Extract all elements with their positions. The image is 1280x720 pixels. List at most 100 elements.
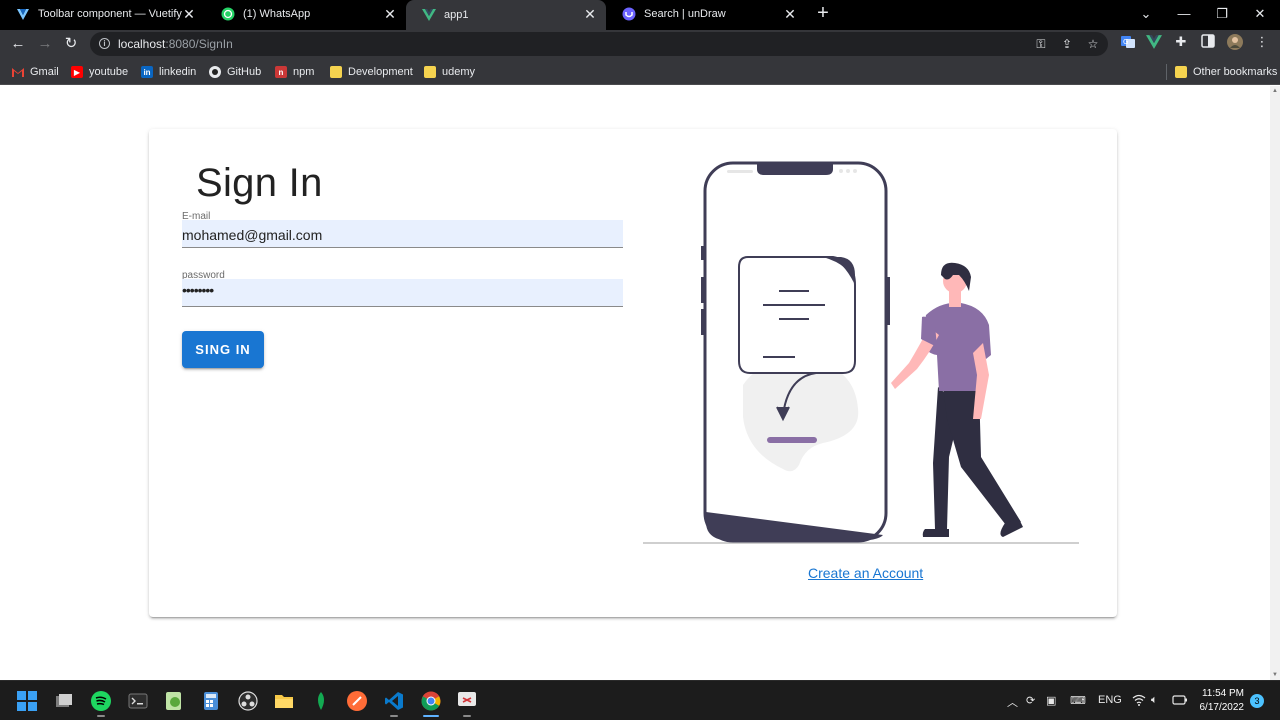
password-input[interactable]: •••••••• xyxy=(182,279,623,307)
tab-whatsapp[interactable]: (1) WhatsApp ✕ xyxy=(205,0,406,28)
bookmarks-divider xyxy=(1166,64,1167,80)
bookmark-youtube[interactable]: ▶ youtube xyxy=(71,64,128,80)
spotify-icon[interactable] xyxy=(91,691,111,711)
site-info-icon[interactable]: i xyxy=(99,38,110,49)
bookmark-label: Gmail xyxy=(30,66,59,78)
chrome-taskbar-icon[interactable] xyxy=(421,691,441,711)
tab-search-icon[interactable]: ⌄ xyxy=(1136,4,1156,24)
password-field[interactable]: password •••••••• xyxy=(182,270,623,308)
tab-vuetify[interactable]: Toolbar component — Vuetify ✕ xyxy=(0,0,205,28)
profile-avatar[interactable] xyxy=(1227,34,1243,50)
maximize-icon[interactable]: ❐ xyxy=(1212,4,1232,24)
reload-icon[interactable]: ↻ xyxy=(61,34,81,54)
folder-icon xyxy=(1175,66,1187,78)
calculator-icon[interactable] xyxy=(201,691,221,711)
notepad-plus-icon[interactable] xyxy=(164,691,184,711)
bookmark-github[interactable]: GitHub xyxy=(209,64,261,80)
windows-taskbar: ︿ ⟳ ▣ ⌨ ENG 🔈︎ 11:54 PM 6/17/2022 3 xyxy=(0,680,1280,720)
close-tab-icon[interactable]: ✕ xyxy=(382,6,398,22)
bookmark-star-icon[interactable]: ☆ xyxy=(1086,37,1100,51)
share-icon[interactable]: ⇪ xyxy=(1060,37,1074,51)
tab-title: Search | unDraw xyxy=(644,8,726,20)
scroll-down-icon[interactable]: ▼ xyxy=(1272,672,1278,678)
bookmark-label: npm xyxy=(293,66,315,78)
close-tab-icon[interactable]: ✕ xyxy=(582,6,598,22)
whatsapp-icon xyxy=(221,7,235,21)
signin-card: Sign In E-mail mohamed@gmail.com passwor… xyxy=(149,129,1117,617)
task-view-icon[interactable] xyxy=(54,691,74,711)
battery-icon[interactable] xyxy=(1172,694,1188,709)
scroll-up-icon[interactable]: ▲ xyxy=(1272,88,1278,94)
side-panel-icon[interactable] xyxy=(1200,34,1216,50)
person-figure xyxy=(891,262,1023,537)
system-clock[interactable]: 11:54 PM 6/17/2022 xyxy=(1198,687,1245,715)
start-icon[interactable] xyxy=(17,691,37,711)
terminal-icon[interactable] xyxy=(128,691,148,711)
browser-toolbar: ← → ↻ i localhost:8080/SignIn ⚿ ⇪ ☆ xyxy=(0,30,1280,58)
bookmark-other[interactable]: Other bookmarks xyxy=(1175,64,1277,80)
address-bar[interactable]: i localhost:8080/SignIn ⚿ ⇪ ☆ xyxy=(90,32,1108,56)
bookmark-npm[interactable]: n npm xyxy=(275,64,314,80)
create-account-link[interactable]: Create an Account xyxy=(808,565,923,581)
mongodb-compass-icon[interactable] xyxy=(311,691,331,711)
bookmark-label: Development xyxy=(348,66,413,78)
volume-icon[interactable]: 🔈︎ xyxy=(1151,694,1158,707)
document-card xyxy=(738,256,856,374)
folder-icon xyxy=(330,66,342,78)
chrome-menu-icon[interactable]: ⋮ xyxy=(1254,34,1270,50)
folder-icon xyxy=(424,66,436,78)
close-tab-icon[interactable]: ✕ xyxy=(181,6,197,22)
vscode-icon[interactable] xyxy=(384,691,404,711)
clock-time: 11:54 PM xyxy=(1201,688,1244,699)
password-value: •••••••• xyxy=(182,282,214,298)
bookmark-development[interactable]: Development xyxy=(330,64,413,80)
sign-in-button[interactable]: SING IN xyxy=(182,331,264,368)
file-explorer-icon[interactable] xyxy=(274,691,294,711)
bookmark-label: youtube xyxy=(89,66,129,78)
new-tab-button[interactable]: + xyxy=(813,3,833,24)
email-input[interactable]: mohamed@gmail.com xyxy=(182,220,623,248)
language-indicator[interactable]: ENG xyxy=(1098,694,1122,706)
vue-devtools-icon[interactable] xyxy=(1146,34,1162,50)
youtube-icon: ▶ xyxy=(71,66,83,78)
running-indicator xyxy=(97,715,105,717)
password-key-icon[interactable]: ⚿ xyxy=(1034,37,1048,51)
url-text[interactable]: localhost:8080/SignIn xyxy=(118,37,233,51)
npm-icon: n xyxy=(275,66,287,78)
bookmark-linkedin[interactable]: in linkedin xyxy=(141,64,196,80)
snipping-tool-icon[interactable] xyxy=(457,691,477,711)
bookmark-udemy[interactable]: udemy xyxy=(424,64,475,80)
page-scrollbar[interactable]: ▲ ▼ xyxy=(1270,86,1280,680)
bookmark-label: linkedin xyxy=(159,66,197,78)
sync-icon[interactable]: ⟳ xyxy=(1026,694,1035,707)
postman-icon[interactable] xyxy=(347,691,367,711)
notification-badge[interactable]: 3 xyxy=(1250,694,1264,708)
tab-app1[interactable]: app1 ✕ xyxy=(406,0,606,30)
github-icon xyxy=(209,66,221,78)
clock-date: 6/17/2022 xyxy=(1199,702,1245,713)
tab-undraw[interactable]: Search | unDraw ✕ xyxy=(606,0,806,28)
close-window-icon[interactable]: ✕ xyxy=(1250,4,1270,24)
email-value: mohamed@gmail.com xyxy=(182,227,323,243)
forward-icon[interactable]: → xyxy=(35,34,55,54)
app-tray-icon[interactable]: ▣ xyxy=(1046,694,1056,707)
page-title: Sign In xyxy=(196,161,323,205)
minimize-icon[interactable]: ― xyxy=(1174,4,1194,24)
active-indicator xyxy=(423,715,439,717)
extensions-puzzle-icon[interactable]: ✚ xyxy=(1173,34,1189,50)
running-indicator xyxy=(390,715,398,717)
bookmark-gmail[interactable]: Gmail xyxy=(12,64,59,80)
bookmark-label: Other bookmarks xyxy=(1193,66,1278,78)
translate-extension-icon[interactable]: G xyxy=(1120,34,1136,50)
back-icon[interactable]: ← xyxy=(8,34,28,54)
close-tab-icon[interactable]: ✕ xyxy=(782,6,798,22)
progress-pill xyxy=(767,437,817,443)
vue-icon xyxy=(422,8,436,22)
wifi-icon[interactable] xyxy=(1132,694,1146,709)
tray-overflow-icon[interactable]: ︿ xyxy=(1007,694,1018,710)
obs-icon[interactable] xyxy=(238,691,258,711)
browser-tab-strip: Toolbar component — Vuetify ✕ (1) WhatsA… xyxy=(0,0,1280,30)
keyboard-icon[interactable]: ⌨ xyxy=(1070,694,1086,707)
email-field[interactable]: E-mail mohamed@gmail.com xyxy=(182,211,623,249)
phone-notch xyxy=(757,164,833,175)
